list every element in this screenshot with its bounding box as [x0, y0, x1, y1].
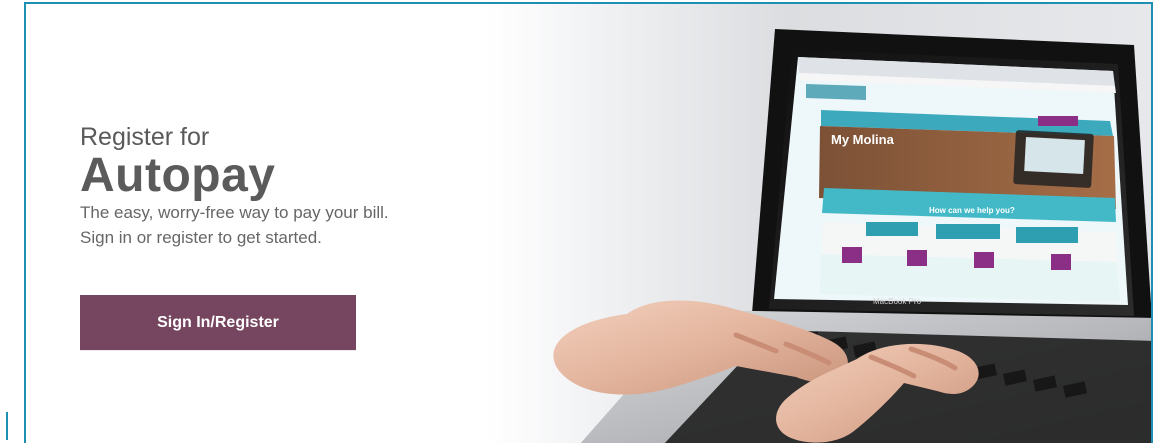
laptop-hero-illustration: My Molina How can we help you? MacBook P…	[553, 29, 1151, 443]
autopay-page: My Molina How can we help you? MacBook P…	[0, 0, 1155, 443]
sign-in-register-button[interactable]: Sign In/Register	[80, 295, 356, 350]
screen-promo-title: My Molina	[831, 132, 895, 147]
left-edge-marker	[0, 412, 8, 440]
autopay-banner: My Molina How can we help you? MacBook P…	[24, 2, 1153, 443]
autopay-description-line-2: Sign in or register to get started.	[80, 228, 322, 247]
macbook-model-label: MacBook Pro	[873, 297, 922, 306]
register-kicker: Register for	[80, 123, 210, 151]
autopay-headline: Autopay	[80, 149, 276, 202]
screen-help-heading: How can we help you?	[929, 206, 1015, 215]
browser-window: My Molina How can we help you?	[774, 57, 1128, 305]
hero-copy: Register for Autopay The easy, worry-fre…	[80, 122, 500, 250]
autopay-description-line-1: The easy, worry-free way to pay your bil…	[80, 203, 389, 222]
